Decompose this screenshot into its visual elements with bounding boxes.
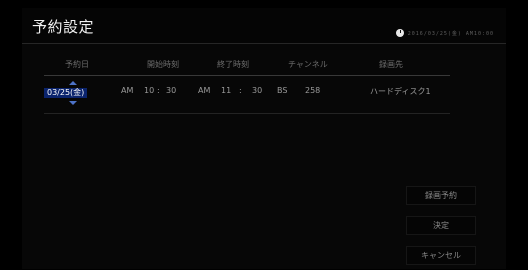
end-separator: : [239, 86, 242, 95]
reservation-screen: 予約設定 2016/03/25(金) AM10:00 予約日 開始時刻 終了時刻… [0, 0, 528, 270]
channel-number[interactable]: 258 [305, 86, 320, 95]
arrow-up-icon[interactable] [69, 81, 77, 85]
cancel-button[interactable]: キャンセル [406, 246, 476, 265]
header-end-time: 終了時刻 [217, 60, 249, 69]
row-divider [44, 113, 450, 114]
clock-icon [395, 29, 404, 37]
end-minute[interactable]: 30 [252, 86, 262, 95]
header-date: 予約日 [65, 60, 89, 69]
start-separator: : [157, 86, 160, 95]
end-ampm[interactable]: AM [198, 86, 210, 95]
page-title: 予約設定 [32, 18, 95, 36]
header-start-time: 開始時刻 [147, 60, 179, 69]
header-divider [44, 75, 450, 76]
confirm-button[interactable]: 決定 [406, 216, 476, 235]
start-hour[interactable]: 10 [144, 86, 154, 95]
date-selector[interactable]: 03/25(金) [44, 81, 100, 105]
channel-type[interactable]: BS [277, 86, 287, 95]
start-minute[interactable]: 30 [166, 86, 176, 95]
header-destination: 録画先 [379, 60, 403, 69]
header-bar: 予約設定 2016/03/25(金) AM10:00 [22, 8, 506, 44]
header-channel: チャンネル [288, 60, 328, 69]
arrow-down-icon[interactable] [69, 101, 77, 105]
recording-destination[interactable]: ハードディスク1 [370, 86, 431, 97]
record-reservation-button[interactable]: 録画予約 [406, 186, 476, 205]
current-datetime: 2016/03/25(金) AM10:00 [395, 29, 494, 37]
start-ampm[interactable]: AM [121, 86, 133, 95]
reservation-table: 予約日 開始時刻 終了時刻 チャンネル 録画先 03/25(金) AM 10 :… [44, 60, 450, 119]
datetime-text: 2016/03/25(金) AM10:00 [407, 30, 494, 37]
table-row: 03/25(金) AM 10 : 30 AM 11 : 30 BS 258 ハー… [44, 81, 450, 105]
table-header-row: 予約日 開始時刻 終了時刻 チャンネル 録画先 [44, 60, 450, 75]
date-value[interactable]: 03/25(金) [44, 88, 88, 98]
end-hour[interactable]: 11 [221, 86, 231, 95]
